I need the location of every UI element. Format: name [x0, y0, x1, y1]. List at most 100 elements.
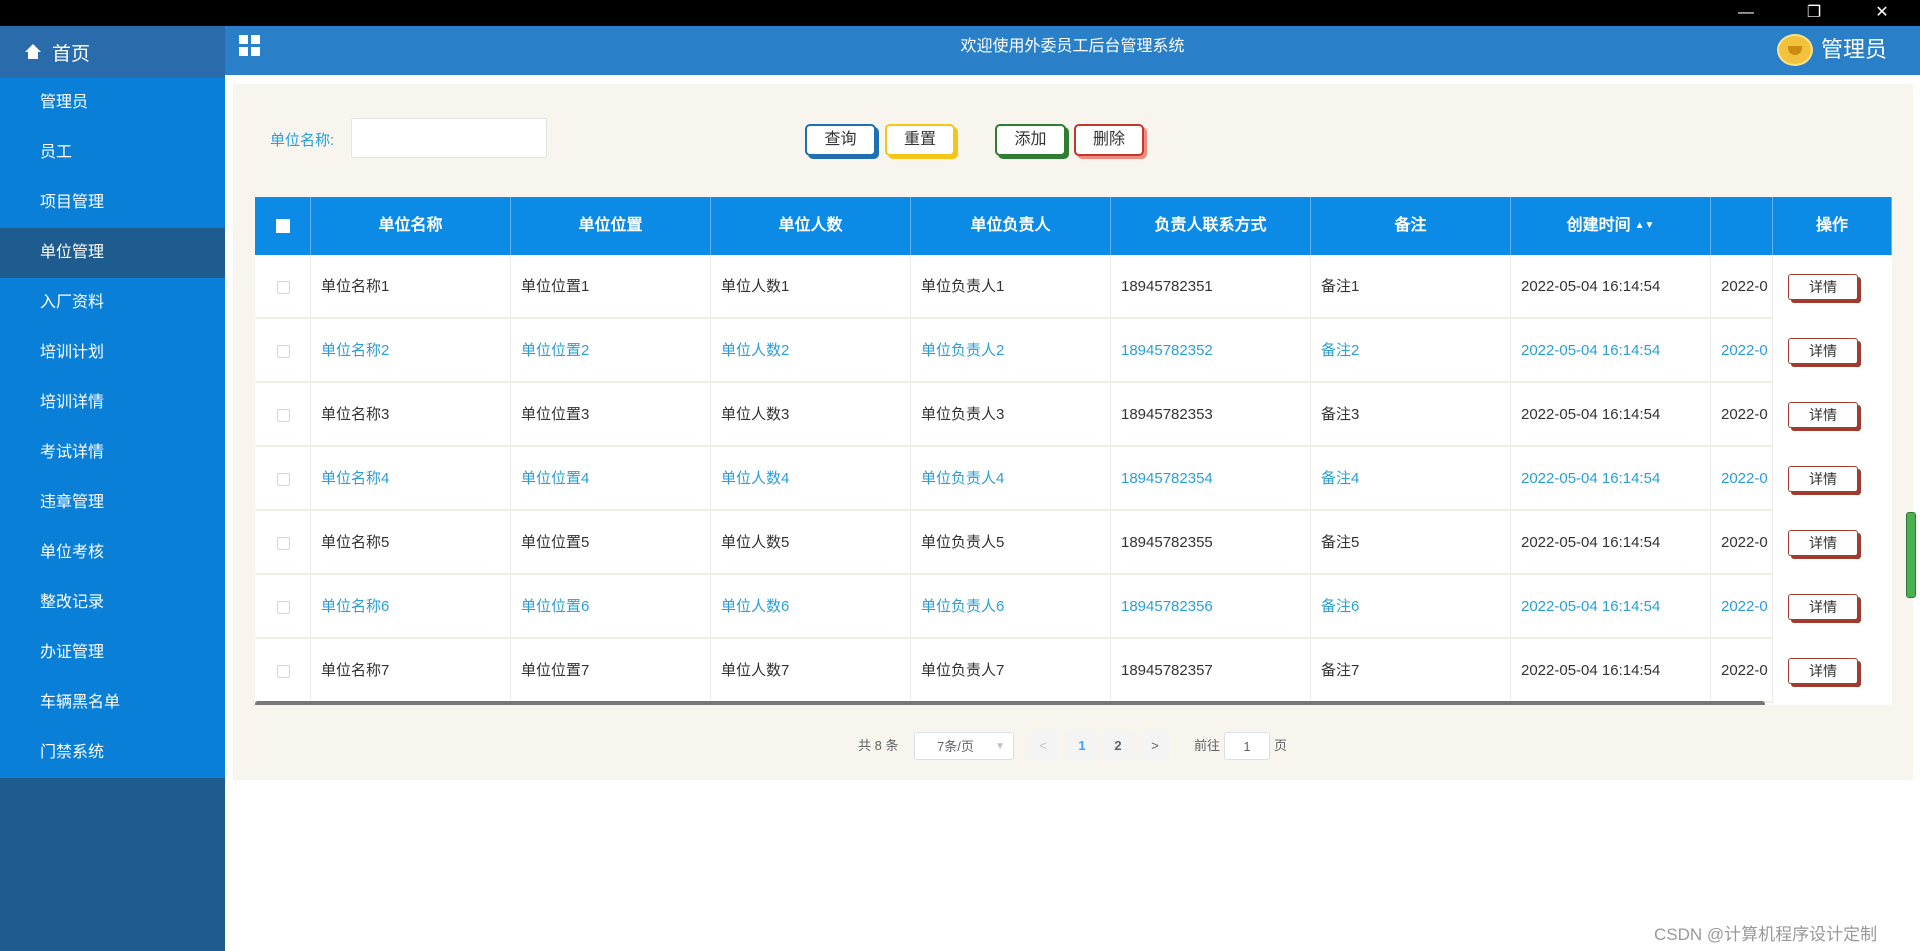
- cell-unit-location: 单位位置6: [511, 575, 711, 639]
- cell-created-time: 2022-05-04 16:14:54: [1511, 575, 1711, 639]
- cell-manager-phone: 18945782357: [1111, 639, 1311, 703]
- row-checkbox[interactable]: [277, 345, 290, 358]
- query-button[interactable]: 查询: [805, 124, 876, 156]
- top-header: 欢迎使用外委员工后台管理系统 管理员: [225, 26, 1920, 75]
- detail-button[interactable]: 详情: [1788, 594, 1858, 620]
- avatar[interactable]: [1777, 34, 1813, 66]
- cell-unit-manager: 单位负责人6: [911, 575, 1111, 639]
- col-unit-manager: 单位负责人: [911, 197, 1111, 255]
- page-1-button[interactable]: 1: [1067, 732, 1097, 760]
- cell-actions: 详情: [1772, 639, 1892, 703]
- sidebar-item-units[interactable]: 单位管理: [0, 228, 225, 278]
- cell-unit-name: 单位名称3: [311, 383, 511, 447]
- cell-actions: 详情: [1772, 575, 1892, 639]
- delete-button[interactable]: 删除: [1074, 124, 1144, 156]
- header-select-cell: [255, 197, 311, 255]
- row-select-cell: [255, 639, 311, 703]
- col-unit-name: 单位名称: [311, 197, 511, 255]
- sidebar-item-staff[interactable]: 员工: [0, 128, 225, 178]
- sidebar-item-entry-docs[interactable]: 入厂资料: [0, 278, 225, 328]
- cell-manager-phone: 18945782353: [1111, 383, 1311, 447]
- next-page-button[interactable]: >: [1140, 732, 1170, 760]
- detail-button[interactable]: 详情: [1788, 338, 1858, 364]
- reset-button[interactable]: 重置: [885, 124, 955, 156]
- detail-button[interactable]: 详情: [1788, 402, 1858, 428]
- cell-manager-phone: 18945782352: [1111, 319, 1311, 383]
- select-all-checkbox[interactable]: [276, 219, 290, 233]
- user-name[interactable]: 管理员: [1821, 32, 1887, 64]
- sidebar-item-projects[interactable]: 项目管理: [0, 178, 225, 228]
- add-button[interactable]: 添加: [995, 124, 1066, 156]
- cell-unit-headcount: 单位人数6: [711, 575, 911, 639]
- cell-remark: 备注5: [1311, 511, 1511, 575]
- sort-icon[interactable]: ▲▼: [1635, 197, 1655, 255]
- sidebar-item-admin[interactable]: 管理员: [0, 78, 225, 128]
- minimize-icon[interactable]: —: [1712, 0, 1780, 26]
- cell-remark: 备注2: [1311, 319, 1511, 383]
- detail-button[interactable]: 详情: [1788, 658, 1858, 684]
- cell-unit-manager: 单位负责人3: [911, 383, 1111, 447]
- row-checkbox[interactable]: [277, 409, 290, 422]
- table-row[interactable]: 单位名称6 单位位置6 单位人数6 单位负责人6 18945782356 备注6 2022-…: [255, 575, 1892, 639]
- cell-unit-location: 单位位置1: [511, 255, 711, 319]
- unit-name-search-input[interactable]: [351, 118, 547, 158]
- cell-unit-location: 单位位置3: [511, 383, 711, 447]
- row-checkbox[interactable]: [277, 601, 290, 614]
- cell-created-time: 2022-05-04 16:14:54: [1511, 383, 1711, 447]
- horizontal-scrollbar[interactable]: [255, 701, 1765, 705]
- goto-page-input[interactable]: 1: [1224, 732, 1270, 760]
- row-select-cell: [255, 575, 311, 639]
- cell-created-time: 2022-05-04 16:14:54: [1511, 447, 1711, 511]
- cell-created-time: 2022-05-04 16:14:54: [1511, 319, 1711, 383]
- cell-unit-name: 单位名称1: [311, 255, 511, 319]
- cell-unit-manager: 单位负责人7: [911, 639, 1111, 703]
- cell-unit-manager: 单位负责人1: [911, 255, 1111, 319]
- detail-button[interactable]: 详情: [1788, 530, 1858, 556]
- table-row[interactable]: 单位名称1 单位位置1 单位人数1 单位负责人1 18945782351 备注1 2022-…: [255, 255, 1892, 319]
- row-checkbox[interactable]: [277, 537, 290, 550]
- detail-button[interactable]: 详情: [1788, 274, 1858, 300]
- cell-actions: 详情: [1772, 447, 1892, 511]
- table-row[interactable]: 单位名称5 单位位置5 单位人数5 单位负责人5 18945782355 备注5 2022-…: [255, 511, 1892, 575]
- col-manager-phone: 负责人联系方式: [1111, 197, 1311, 255]
- detail-button[interactable]: 详情: [1788, 466, 1858, 492]
- prev-page-button[interactable]: <: [1028, 732, 1058, 760]
- table-row[interactable]: 单位名称7 单位位置7 单位人数7 单位负责人7 18945782357 备注7 2022-…: [255, 639, 1892, 703]
- sidebar-home[interactable]: 首页: [0, 26, 225, 78]
- sidebar-item-permits[interactable]: 办证管理: [0, 628, 225, 678]
- page-2-button[interactable]: 2: [1103, 732, 1133, 760]
- row-select-cell: [255, 255, 311, 319]
- goto-unit: 页: [1274, 738, 1288, 753]
- table-row[interactable]: 单位名称4 单位位置4 单位人数4 单位负责人4 18945782354 备注4 2022-…: [255, 447, 1892, 511]
- sidebar-item-vehicle-blacklist[interactable]: 车辆黑名单: [0, 678, 225, 728]
- close-icon[interactable]: ✕: [1848, 0, 1916, 26]
- sidebar-item-exam-detail[interactable]: 考试详情: [0, 428, 225, 478]
- sidebar-item-training-plan[interactable]: 培训计划: [0, 328, 225, 378]
- table-row[interactable]: 单位名称2 单位位置2 单位人数2 单位负责人2 18945782352 备注2 2022-…: [255, 319, 1892, 383]
- row-checkbox[interactable]: [277, 665, 290, 678]
- maximize-icon[interactable]: ❐: [1780, 0, 1848, 26]
- goto-label: 前往: [1194, 738, 1221, 753]
- sidebar-item-unit-assessment[interactable]: 单位考核: [0, 528, 225, 578]
- sidebar-item-violations[interactable]: 违章管理: [0, 478, 225, 528]
- cell-unit-headcount: 单位人数5: [711, 511, 911, 575]
- sidebar-item-training-detail[interactable]: 培训详情: [0, 378, 225, 428]
- cell-unit-headcount: 单位人数4: [711, 447, 911, 511]
- row-checkbox[interactable]: [277, 281, 290, 294]
- vertical-scrollbar[interactable]: [1906, 512, 1916, 598]
- table-header: 单位名称 单位位置 单位人数 单位负责人 负责人联系方式 备注 创建时间▲▼ 更…: [255, 197, 1892, 255]
- sidebar-menu: 管理员 员工 项目管理 单位管理 入厂资料 培训计划 培训详情 考试详情 违章管…: [0, 78, 225, 778]
- col-created-time[interactable]: 创建时间 ▲▼: [1511, 197, 1711, 255]
- cell-unit-manager: 单位负责人5: [911, 511, 1111, 575]
- sidebar-item-access-control[interactable]: 门禁系统: [0, 728, 225, 778]
- cell-created-time: 2022-05-04 16:14:54: [1511, 511, 1711, 575]
- cell-remark: 备注6: [1311, 575, 1511, 639]
- table-row[interactable]: 单位名称3 单位位置3 单位人数3 单位负责人3 18945782353 备注3 2022-…: [255, 383, 1892, 447]
- cell-manager-phone: 18945782356: [1111, 575, 1311, 639]
- page-size-select[interactable]: 7条/页 ▼: [914, 732, 1014, 760]
- cell-unit-name: 单位名称2: [311, 319, 511, 383]
- row-select-cell: [255, 511, 311, 575]
- cell-remark: 备注4: [1311, 447, 1511, 511]
- sidebar-item-rectification[interactable]: 整改记录: [0, 578, 225, 628]
- row-checkbox[interactable]: [277, 473, 290, 486]
